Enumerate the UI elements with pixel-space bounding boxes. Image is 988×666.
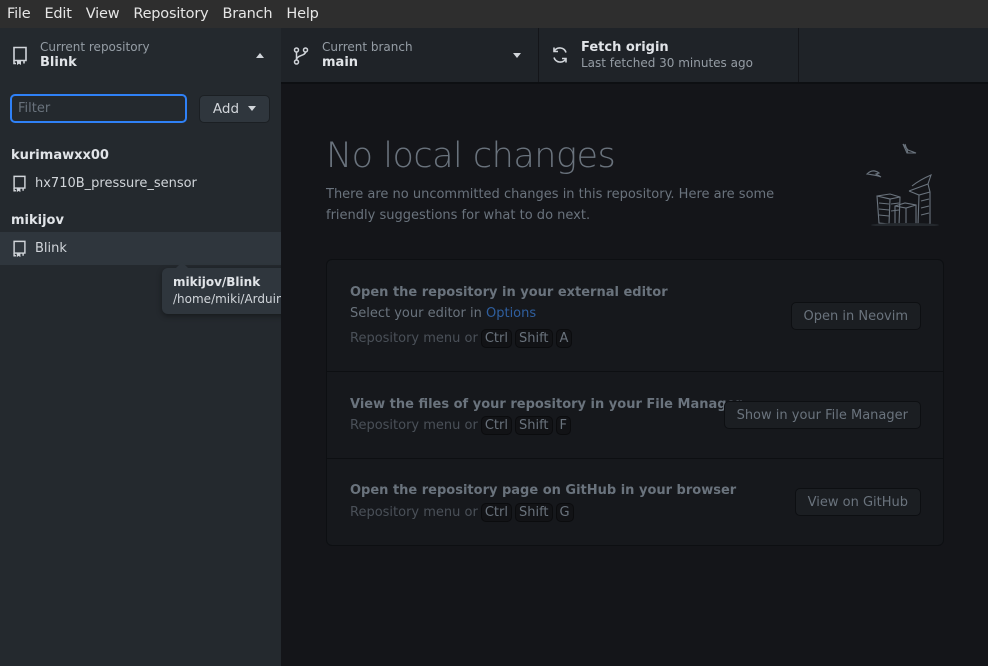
menu-branch[interactable]: Branch bbox=[222, 6, 272, 22]
git-branch-icon bbox=[293, 47, 309, 65]
suggestions-panel: Open the repository in your external edi… bbox=[326, 259, 944, 546]
repo-list-item[interactable]: hx710B_pressure_sensor bbox=[0, 167, 281, 200]
main-content: No local changes There are no uncommitte… bbox=[281, 86, 988, 666]
kbd-shift: Shift bbox=[514, 503, 553, 522]
repo-name: hx710B_pressure_sensor bbox=[35, 176, 197, 191]
view-on-github-button[interactable]: View on GitHub bbox=[794, 488, 921, 516]
current-branch-name: main bbox=[322, 55, 359, 70]
repo-icon bbox=[13, 46, 27, 65]
suggestion-file-manager: View the files of your repository in you… bbox=[327, 372, 943, 459]
repo-icon bbox=[13, 240, 26, 257]
keyboard-shortcut: Repository menu or Ctrl Shift F bbox=[350, 416, 572, 435]
suggestion-subtitle: Select your editor in Options bbox=[350, 306, 536, 321]
page-title: No local changes bbox=[326, 136, 616, 176]
menu-edit[interactable]: Edit bbox=[44, 6, 71, 22]
menu-repository[interactable]: Repository bbox=[133, 6, 208, 22]
filter-input[interactable] bbox=[10, 94, 187, 123]
last-fetched-text: Last fetched 30 minutes ago bbox=[581, 56, 753, 70]
kbd-ctrl: Ctrl bbox=[480, 503, 512, 522]
subtitle-text: Select your editor in bbox=[350, 306, 486, 321]
kbd-shift: Shift bbox=[514, 329, 553, 348]
fetch-origin-button[interactable]: Fetch origin Last fetched 30 minutes ago bbox=[539, 28, 799, 82]
repo-list-item-selected[interactable]: Blink bbox=[0, 232, 281, 265]
current-repository-label: Current repository bbox=[40, 40, 150, 54]
sidebar: Current repository Blink Add kurimawxx00… bbox=[0, 28, 281, 666]
menu-view[interactable]: View bbox=[86, 6, 120, 22]
kbd-ctrl: Ctrl bbox=[480, 416, 512, 435]
current-branch-label: Current branch bbox=[322, 40, 413, 54]
add-button-label: Add bbox=[212, 100, 240, 117]
menu-help[interactable]: Help bbox=[286, 6, 318, 22]
group-header: mikijov bbox=[11, 213, 64, 228]
caret-down-icon bbox=[513, 53, 521, 58]
empty-papers-illustration bbox=[865, 143, 939, 226]
keyboard-shortcut: Repository menu or Ctrl Shift G bbox=[350, 503, 574, 522]
kbd-ctrl: Ctrl bbox=[480, 329, 512, 348]
current-branch-button[interactable]: Current branch main bbox=[281, 28, 539, 82]
group-header: kurimawxx00 bbox=[11, 148, 109, 163]
fetch-origin-title: Fetch origin bbox=[581, 40, 669, 55]
current-repository-name: Blink bbox=[40, 55, 77, 70]
page-description: There are no uncommitted changes in this… bbox=[326, 187, 775, 223]
shortcut-prefix: Repository menu or bbox=[350, 418, 478, 433]
suggestion-view-github: Open the repository page on GitHub in yo… bbox=[327, 459, 943, 545]
menu-bar: File Edit View Repository Branch Help bbox=[0, 0, 988, 28]
suggestion-open-editor: Open the repository in your external edi… bbox=[327, 260, 943, 372]
caret-up-icon bbox=[256, 53, 264, 58]
menu-file[interactable]: File bbox=[7, 6, 31, 22]
repo-icon bbox=[13, 175, 26, 192]
shortcut-prefix: Repository menu or bbox=[350, 331, 478, 346]
sync-icon bbox=[553, 47, 567, 63]
open-in-editor-button[interactable]: Open in Neovim bbox=[790, 302, 921, 330]
current-repository-button[interactable]: Current repository Blink bbox=[0, 28, 281, 84]
show-in-file-manager-button[interactable]: Show in your File Manager bbox=[723, 401, 921, 429]
kbd-key: A bbox=[555, 329, 573, 348]
repo-name: Blink bbox=[35, 241, 67, 256]
kbd-shift: Shift bbox=[514, 416, 553, 435]
keyboard-shortcut: Repository menu or Ctrl Shift A bbox=[350, 329, 573, 348]
suggestion-title: View the files of your repository in you… bbox=[350, 397, 742, 412]
caret-down-icon bbox=[248, 106, 257, 111]
suggestion-title: Open the repository page on GitHub in yo… bbox=[350, 483, 737, 498]
options-link[interactable]: Options bbox=[486, 306, 536, 321]
kbd-key: G bbox=[555, 503, 574, 522]
add-repository-button[interactable]: Add bbox=[199, 94, 270, 123]
kbd-key: F bbox=[555, 416, 572, 435]
suggestion-title: Open the repository in your external edi… bbox=[350, 285, 668, 300]
shortcut-prefix: Repository menu or bbox=[350, 505, 478, 520]
toolbar: Current branch main Fetch origin Last fe… bbox=[281, 28, 988, 84]
